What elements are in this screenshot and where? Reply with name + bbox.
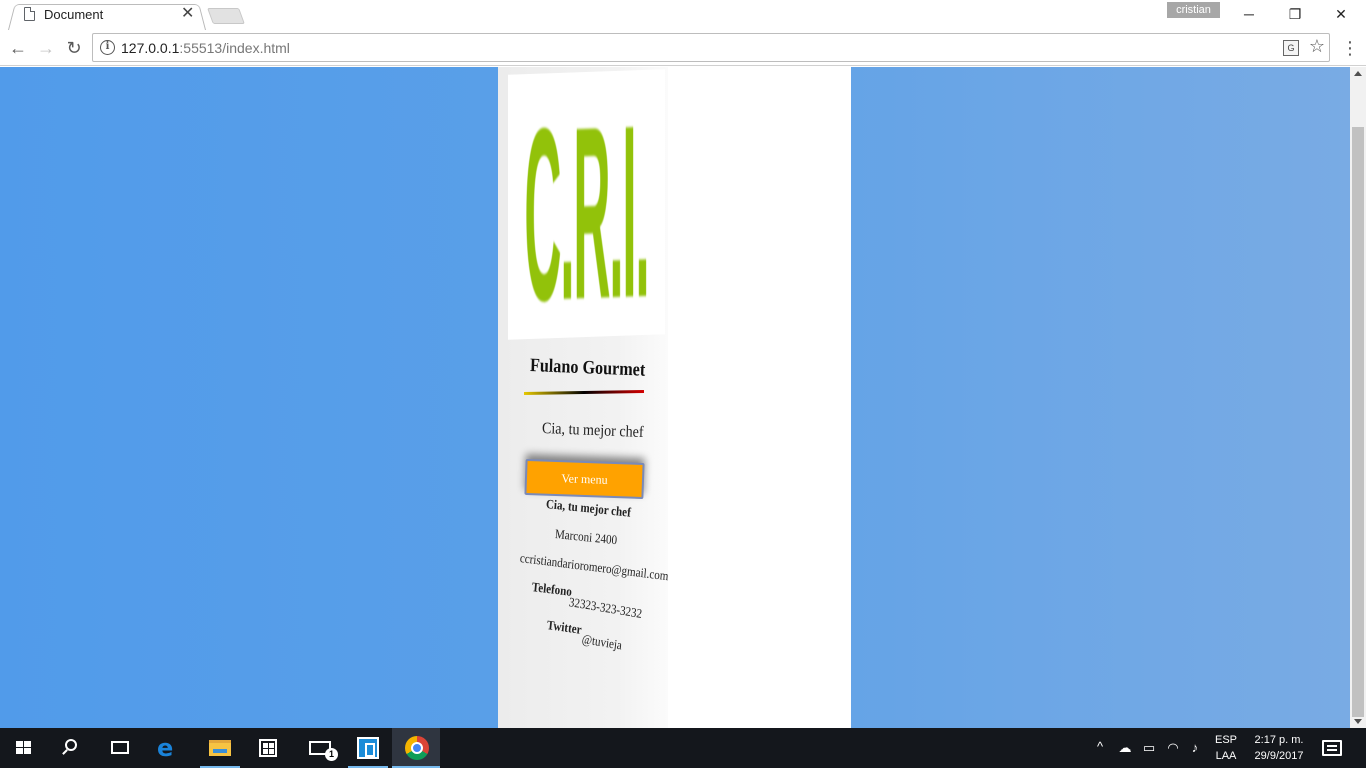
tab-close-icon[interactable]: ✕ <box>181 5 194 23</box>
volume-icon[interactable]: ♪ <box>1187 740 1203 756</box>
language-layout: LAA <box>1215 750 1237 762</box>
forward-button[interactable]: → <box>32 34 60 62</box>
tab-title: Document <box>44 7 104 22</box>
footer-phone-value: 32323-323-3232 <box>568 594 643 621</box>
slogan: Cia, tu mejor chef <box>541 420 644 442</box>
ver-menu-button[interactable]: Ver menu <box>524 458 645 500</box>
info-icon[interactable]: i <box>100 40 115 55</box>
logo-text: C.R.I. <box>524 74 649 340</box>
task-view-button[interactable] <box>96 728 144 768</box>
bookmark-star-icon[interactable]: ☆ <box>1309 36 1325 57</box>
language-indicator[interactable]: ESP LAA <box>1213 732 1239 764</box>
clock-date: 29/9/2017 <box>1254 750 1304 762</box>
battery-icon[interactable]: ▭ <box>1141 740 1157 756</box>
minimize-button[interactable]: ─ <box>1226 2 1272 26</box>
show-hidden-icons-chevron-icon[interactable]: ^ <box>1093 740 1107 754</box>
action-center-icon[interactable] <box>1322 740 1342 756</box>
edge-taskbar-button[interactable]: e <box>144 728 192 768</box>
tab-strip: Document ✕ cristian ─ ❐ ✕ <box>0 0 1366 30</box>
chrome-icon <box>405 736 429 760</box>
logo-image: C.R.I. <box>508 69 665 340</box>
close-window-button[interactable]: ✕ <box>1318 2 1364 26</box>
footer-address: Marconi 2400 <box>554 526 618 548</box>
app-taskbar-button[interactable] <box>344 728 392 768</box>
scroll-down-arrow-icon[interactable] <box>1354 719 1362 724</box>
page-viewport: C.R.I. Fulano Gourmet Cia, tu mejor chef… <box>0 67 1350 728</box>
brand-divider <box>523 389 645 396</box>
folder-icon <box>209 740 231 756</box>
store-taskbar-button[interactable] <box>244 728 292 768</box>
start-button[interactable] <box>0 728 48 768</box>
windows-logo-icon <box>16 741 32 755</box>
footer-twitter-value[interactable]: @tuvieja <box>581 631 623 653</box>
search-icon <box>65 739 77 751</box>
footer-company: Cia, tu mejor chef <box>545 496 632 520</box>
reload-button[interactable]: ↻ <box>60 34 88 62</box>
side-panel: C.R.I. Fulano Gourmet Cia, tu mejor chef… <box>498 67 669 728</box>
address-bar[interactable]: i 127.0.0.1:55513/index.html G ☆ <box>92 33 1330 62</box>
footer-phone-label: Telefono <box>531 579 573 599</box>
system-clock[interactable]: 2:17 p. m. 29/9/2017 <box>1248 732 1310 764</box>
store-icon <box>259 739 277 757</box>
url-host: 127.0.0.1 <box>121 40 180 56</box>
brand-title: Fulano Gourmet <box>529 355 646 381</box>
footer-email[interactable]: ccristiandarioromero@gmail.com <box>519 550 669 584</box>
browser-toolbar: ← → ↻ i 127.0.0.1:55513/index.html G ☆ ⋮ <box>0 30 1366 66</box>
url-path: :55513/index.html <box>179 40 290 56</box>
new-tab-button[interactable] <box>207 8 245 24</box>
restore-button[interactable]: ❐ <box>1272 2 1318 26</box>
footer-twitter-label: Twitter <box>546 617 583 637</box>
scroll-up-arrow-icon[interactable] <box>1354 71 1362 76</box>
mail-badge: 1 <box>325 748 338 761</box>
onedrive-sync-icon[interactable]: ☁ <box>1117 740 1133 756</box>
content-column: C.R.I. Fulano Gourmet Cia, tu mejor chef… <box>498 67 851 728</box>
edge-icon: e <box>157 734 174 762</box>
document-icon <box>24 7 35 21</box>
tab-content[interactable]: Document ✕ <box>22 5 202 25</box>
vertical-scrollbar[interactable] <box>1350 67 1366 728</box>
profile-button[interactable]: cristian <box>1167 2 1220 18</box>
language-code: ESP <box>1214 734 1237 746</box>
search-button[interactable] <box>48 728 96 768</box>
mail-taskbar-button[interactable]: 1 <box>296 728 344 768</box>
file-explorer-taskbar-button[interactable] <box>196 728 244 768</box>
task-view-icon <box>111 741 129 754</box>
app-icon <box>357 737 379 759</box>
clock-time: 2:17 p. m. <box>1254 734 1304 746</box>
wifi-icon[interactable]: ◠ <box>1165 740 1181 756</box>
translate-icon[interactable]: G <box>1283 40 1299 56</box>
browser-menu-icon[interactable]: ⋮ <box>1340 34 1360 62</box>
back-button[interactable]: ← <box>4 34 32 62</box>
scroll-thumb[interactable] <box>1352 127 1364 717</box>
taskbar: e 1 ^ ☁ ▭ ◠ ♪ ESP LAA 2:17 p. m. 29/9/20… <box>0 728 1366 768</box>
chrome-taskbar-button[interactable] <box>392 728 440 768</box>
url-text[interactable]: 127.0.0.1:55513/index.html <box>121 40 290 56</box>
